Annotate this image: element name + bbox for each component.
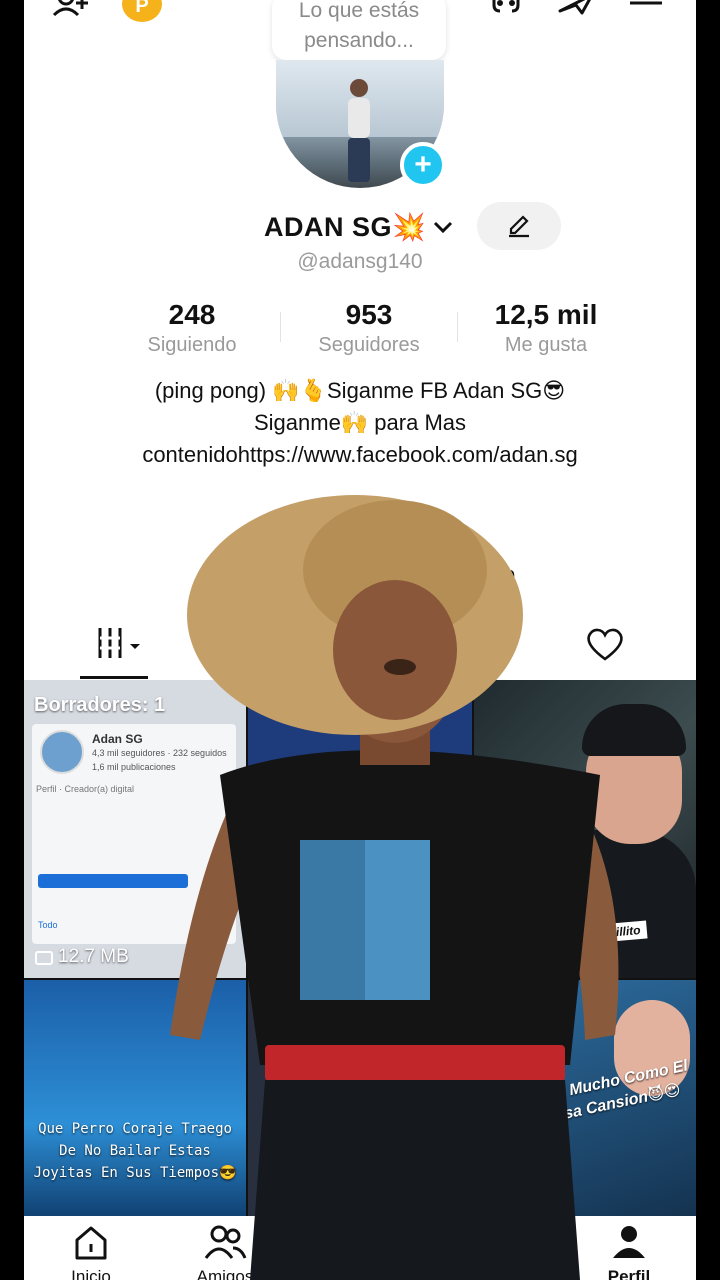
mini-button xyxy=(38,874,188,888)
video-thumbnail[interactable] xyxy=(248,680,472,978)
name-row[interactable]: ADAN SG💥 xyxy=(264,205,454,249)
screenshot-preview: Adan SG 4,3 mil seguidores · 232 seguido… xyxy=(32,724,236,944)
headphones-icon[interactable] xyxy=(486,0,526,24)
profile-handle: @adansg140 xyxy=(297,250,423,273)
profile-icon xyxy=(613,1226,645,1258)
avatar-person-icon xyxy=(348,79,370,182)
pencil-icon xyxy=(509,215,529,238)
share-icon[interactable] xyxy=(556,0,596,24)
stat-value: 248 xyxy=(168,299,216,330)
edit-profile-button[interactable] xyxy=(477,202,561,250)
add-friend-icon[interactable] xyxy=(52,0,92,24)
mini-avatar xyxy=(40,730,84,774)
profile-bio[interactable]: (ping pong) 🙌🫰Siganme FB Adan SG😎 Siganm… xyxy=(64,375,656,471)
chevron-down-icon[interactable] xyxy=(432,216,454,238)
storage-icon xyxy=(35,951,53,965)
stat-followers[interactable]: 953 Seguidores xyxy=(281,298,457,358)
nav-inbox[interactable]: Bandeja de entrada xyxy=(442,1224,552,1280)
content-tabs: o xyxy=(24,564,696,680)
video-thumbnail[interactable]: El compita Castillito xyxy=(474,680,696,978)
active-tab-indicator xyxy=(80,676,148,679)
mini-meta: Perfil · Creador(a) digital xyxy=(36,784,135,794)
nav-home[interactable]: Inicio xyxy=(36,1224,146,1280)
home-icon xyxy=(75,1226,107,1260)
file-size-value: 12.7 MB xyxy=(58,946,129,967)
video-thumbnail[interactable]: Me Gustas Mucho Como El Intro De Esa Can… xyxy=(474,980,696,1220)
stat-likes[interactable]: 12,5 mil Me gusta xyxy=(458,298,634,358)
bio-line: (ping pong) 🙌🫰Siganme FB Adan SG😎 xyxy=(154,378,566,403)
profile-screen: P Lo que estás pensando... + ADAN SG💥 @a… xyxy=(24,0,696,1280)
nav-label: Bandeja de entrada xyxy=(442,1267,552,1280)
stat-label: Siguiendo xyxy=(147,334,237,356)
nav-label: Perfil xyxy=(607,1267,651,1280)
heart-icon[interactable] xyxy=(584,626,626,662)
nav-profile[interactable]: Perfil xyxy=(574,1224,684,1280)
partial-text: o xyxy=(504,564,516,586)
coin-icon[interactable]: P xyxy=(122,0,162,22)
video-thumbnail[interactable]: Que Perro Coraje Traego De No Bailar Est… xyxy=(24,980,246,1220)
nav-label: Amigos xyxy=(196,1267,254,1280)
profile-name: ADAN SG💥 xyxy=(264,212,427,242)
video-grid: Adan SG 4,3 mil seguidores · 232 seguido… xyxy=(24,680,696,1220)
add-avatar-button[interactable]: + xyxy=(400,142,446,188)
mini-stats: 4,3 mil seguidores · 232 seguidos xyxy=(92,748,227,758)
stat-value: 12,5 mil xyxy=(494,299,598,330)
thumb-shirt xyxy=(534,830,696,978)
stat-label: Me gusta xyxy=(504,334,588,356)
video-caption: Me Gustas Mucho Como El Intro De Esa Can… xyxy=(484,1057,690,1139)
profile-stats: 248 Siguiendo 953 Seguidores 12,5 mil Me… xyxy=(104,298,632,362)
top-bar: P Lo que estás pensando... xyxy=(24,0,696,60)
mini-todo: Todo xyxy=(38,920,58,930)
stat-following[interactable]: 248 Siguiendo xyxy=(104,298,280,358)
stat-label: Seguidores xyxy=(318,334,420,356)
video-caption: Que Perro Coraje Traego De No Bailar Est… xyxy=(33,1121,237,1181)
thought-bubble[interactable]: Lo que estás pensando... xyxy=(272,0,446,60)
thumb-hair xyxy=(582,704,686,756)
friends-icon xyxy=(204,1225,247,1259)
stat-value: 953 xyxy=(345,299,393,330)
video-thumbnail[interactable] xyxy=(248,980,472,1220)
bottom-nav: Inicio Amigos Bandeja de entrada 3 Perfi… xyxy=(24,1216,696,1280)
file-size: 12.7 MB xyxy=(34,946,129,968)
inbox-badge: 3 xyxy=(502,1224,532,1250)
draft-video-thumbnail[interactable]: Adan SG 4,3 mil seguidores · 232 seguido… xyxy=(24,680,246,978)
nav-friends[interactable]: Amigos xyxy=(170,1224,280,1280)
drafts-label: Borradores: 1 xyxy=(34,694,166,716)
videos-grid-icon[interactable] xyxy=(96,626,148,662)
mini-pubs: 1,6 mil publicaciones xyxy=(92,762,176,772)
mini-name: Adan SG xyxy=(92,732,143,746)
bio-line: Siganme🙌 para Mas xyxy=(253,410,467,435)
nav-label: Inicio xyxy=(71,1267,111,1280)
bio-line: contenidohttps://www.facebook.com/adan.s… xyxy=(142,442,578,467)
menu-icon[interactable] xyxy=(626,0,666,24)
